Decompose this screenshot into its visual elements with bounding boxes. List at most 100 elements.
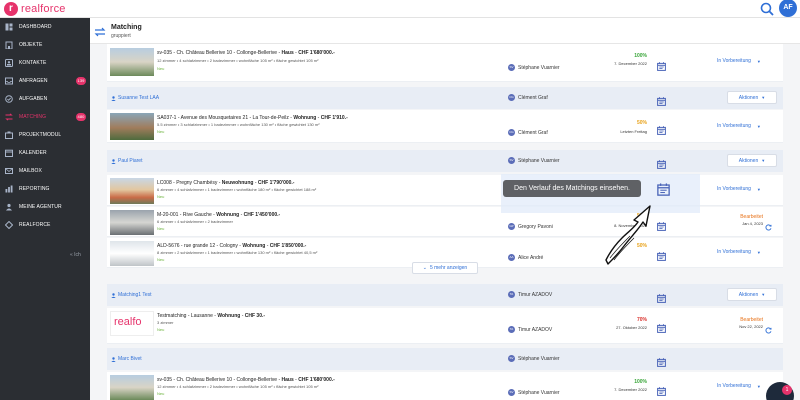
table-row[interactable]: SA037-1 - Avenue des Mousquetaires 21 - … [107, 110, 783, 143]
match-percent: 70% [636, 317, 647, 323]
state-dropdown[interactable]: In Vorbereitung ▼ [717, 58, 761, 64]
history-calendar-icon[interactable] [657, 218, 666, 231]
property-details: 6 zimmer • 4 schlafzimmer • 2 badezimmer [157, 219, 233, 224]
matching-icon [5, 113, 13, 121]
refresh-icon[interactable] [765, 218, 772, 231]
agent-cell: CG Clément Graf [508, 129, 548, 136]
aktionen-button[interactable]: Aktionen ▼ [727, 91, 777, 104]
sidebar-item-kalender[interactable]: KALENDER [0, 144, 90, 162]
sidebar-item-label: ANFRAGEN [19, 78, 48, 84]
history-calendar-icon[interactable] [657, 354, 666, 367]
status-label: Neu [157, 66, 165, 71]
sidebar-collapse-toggle[interactable]: « Ich [70, 252, 81, 258]
chevron-down-icon: ▼ [761, 158, 766, 163]
agent-name: Clément Graf [518, 129, 548, 136]
group-user[interactable]: Marc Bivet [111, 356, 142, 362]
property-title[interactable]: sv-035 - Ch. Château Bellerive 10 - Coll… [157, 377, 335, 383]
sidebar-item-dashboard[interactable]: DASHBOARD [0, 18, 90, 36]
sidebar-item-label: KONTAKTE [19, 60, 47, 66]
sidebar-item-kontakte[interactable]: KONTAKTE [0, 54, 90, 72]
property-thumbnail[interactable] [110, 375, 154, 400]
sidebar: DASHBOARD OBJEKTE KONTAKTE ANFRAGEN 139 … [0, 18, 90, 400]
history-calendar-icon[interactable] [657, 156, 666, 169]
person-icon [111, 95, 116, 101]
sidebar-item-aufgaben[interactable]: AUFGABEN [0, 90, 90, 108]
app-logo[interactable]: r realforce [4, 2, 66, 16]
page-title: Matching [111, 24, 142, 31]
state-edited: Bearbeitet Jan 4, 2023 [740, 214, 763, 226]
chevron-down-icon: ▼ [761, 292, 766, 297]
table-row[interactable]: sv-035 - Ch. Château Bellerive 10 - Coll… [107, 44, 783, 82]
property-title[interactable]: SA037-1 - Avenue des Mousquetaires 21 - … [157, 115, 348, 121]
group-user[interactable]: Paul Piaret [111, 158, 142, 164]
group-user[interactable]: Matching1 Test [111, 292, 152, 298]
inbox-icon [5, 77, 13, 85]
sidebar-item-matching[interactable]: MATCHING 480 [0, 108, 90, 126]
property-title[interactable]: M-20-001 - Rive Gauche - Wohnung - CHF 1… [157, 212, 280, 218]
property-title[interactable]: ALD-5676 - rue grande 12 - Cologny - Woh… [157, 243, 306, 249]
chevron-down-icon: ▼ [756, 383, 761, 389]
chevron-down-icon: ⌄ [422, 265, 427, 271]
user-avatar[interactable]: AF [779, 0, 797, 17]
agent-cell: SV Stéphane Vuarnier [508, 389, 560, 396]
search-icon[interactable] [759, 1, 775, 17]
history-calendar-icon[interactable] [657, 122, 666, 135]
logo-text: realforce [21, 3, 66, 15]
sidebar-item-label: DASHBOARD [19, 24, 52, 30]
history-calendar-icon[interactable] [657, 290, 666, 303]
history-calendar-icon[interactable] [657, 58, 666, 71]
refresh-icon[interactable] [765, 321, 772, 334]
table-row[interactable]: sv-035 - Ch. Château Bellerive 10 - Coll… [107, 372, 783, 400]
agent-avatar: SV [508, 64, 515, 71]
page-header: Matching gruppiert [90, 18, 800, 44]
agent-avatar: AA [508, 254, 515, 261]
table-row[interactable]: realfo Testmatching - Lausanne - Wohnung… [107, 308, 783, 344]
state-dropdown[interactable]: In Vorbereitung ▼ [717, 186, 761, 192]
match-percent: 100% [634, 379, 647, 385]
state-dropdown[interactable]: In Vorbereitung ▼ [717, 383, 761, 389]
sidebar-item-reporting[interactable]: REPORTING [0, 180, 90, 198]
sidebar-item-objekte[interactable]: OBJEKTE [0, 36, 90, 54]
agent-name: Stéphane Vuarnier [518, 64, 560, 71]
match-date: 7. December 2022 [614, 61, 647, 66]
state-dropdown[interactable]: In Vorbereitung ▼ [717, 123, 761, 129]
agent-name: Stéphane Vuarnier [518, 389, 560, 396]
property-thumbnail[interactable] [110, 48, 154, 76]
group-header: Susanne Test LAA CG Clément Graf Aktionen… [107, 87, 783, 109]
person-icon [111, 356, 116, 362]
page-subtitle: gruppiert [111, 33, 131, 39]
history-calendar-icon[interactable] [657, 93, 666, 106]
match-date: 27. Oktober 2022 [616, 325, 647, 330]
person-icon [111, 292, 116, 298]
property-title[interactable]: Testmatching - Lausanne - Wohnung - CHF … [157, 313, 265, 319]
state-dropdown[interactable]: In Vorbereitung ▼ [717, 249, 761, 255]
sidebar-item-mailbox[interactable]: MAILBOX [0, 162, 90, 180]
swap-arrows-icon[interactable] [94, 25, 106, 37]
property-thumbnail[interactable] [110, 113, 154, 140]
chart-icon [5, 185, 13, 193]
show-more-button[interactable]: ⌄ 5 mehr anzeigen [412, 262, 478, 274]
property-thumbnail[interactable] [110, 178, 154, 204]
agent-avatar: SV [508, 157, 515, 164]
group-user[interactable]: Susanne Test LAA [111, 95, 159, 101]
status-label: Neu [157, 257, 165, 262]
property-thumbnail[interactable] [110, 241, 154, 266]
history-calendar-icon[interactable] [657, 248, 666, 261]
history-calendar-icon[interactable] [657, 183, 670, 196]
property-thumbnail[interactable] [110, 210, 154, 235]
aktionen-button[interactable]: Aktionen ▼ [727, 154, 777, 167]
property-title[interactable]: LC008 - Pregny Chambésy - Neuwohnung - C… [157, 180, 294, 186]
sidebar-item-anfragen[interactable]: ANFRAGEN 139 [0, 72, 90, 90]
sidebar-item-meine-agentur[interactable]: MEINE AGENTUR [0, 198, 90, 216]
history-calendar-icon[interactable] [657, 383, 666, 396]
match-date: Letzten Freitag [620, 129, 647, 134]
sidebar-item-projektmodul[interactable]: PROJEKTMODUL [0, 126, 90, 144]
logo-mark-icon: r [4, 2, 18, 16]
history-calendar-icon[interactable] [657, 320, 666, 333]
agent-avatar: CG [508, 129, 515, 136]
property-thumbnail-logo[interactable]: realfo [110, 311, 154, 336]
property-title[interactable]: sv-035 - Ch. Château Bellerive 10 - Coll… [157, 50, 335, 56]
aktionen-button[interactable]: Aktionen ▼ [727, 288, 777, 301]
sidebar-item-realforce[interactable]: REALFORCE [0, 216, 90, 234]
chevron-down-icon: ▼ [756, 249, 761, 255]
